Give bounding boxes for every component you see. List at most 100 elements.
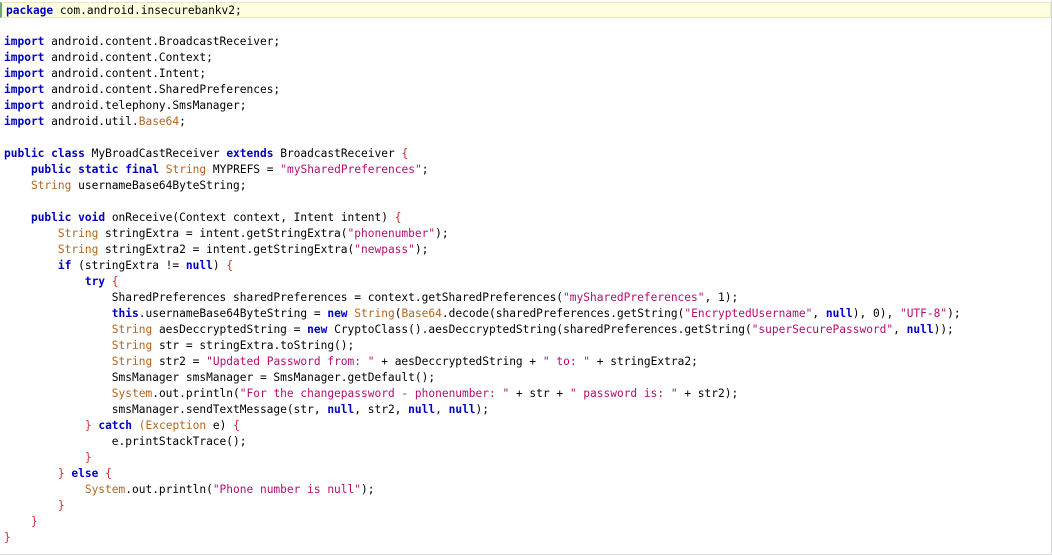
keyword-token: import [4, 83, 45, 96]
type-token: String [57, 243, 99, 256]
keyword-token: import [4, 67, 45, 80]
string-token: " password is: " [569, 387, 678, 400]
code-token: smsManager.sendTextMessage(str, [4, 403, 328, 416]
code-token: .decode(sharedPreferences.getString( [441, 307, 685, 320]
code-token: .usernameBase64ByteString = [138, 307, 328, 320]
type-token: String [57, 227, 99, 240]
string-token: "phonenumber" [347, 227, 436, 240]
code-line[interactable]: String stringExtra2 = intent.getStringEx… [0, 242, 1051, 258]
string-token: "mySharedPreferences" [280, 163, 422, 176]
code-token: str2 = [152, 355, 207, 368]
code-token: android.content.Intent; [44, 67, 207, 80]
code-line[interactable]: this.usernameBase64ByteString = new Stri… [0, 306, 1051, 322]
code-line[interactable]: try { [0, 274, 1051, 290]
brace-token: { [401, 147, 409, 160]
code-token: android.content.SharedPreferences; [44, 83, 281, 96]
keyword-token: class [51, 147, 85, 160]
code-line[interactable]: smsManager.sendTextMessage(str, null, st… [0, 402, 1051, 418]
code-line[interactable]: public class MyBroadCastReceiver extends… [0, 146, 1051, 162]
code-line[interactable]: System.out.println("Phone number is null… [0, 482, 1051, 498]
brace-token: } [30, 515, 38, 528]
keyword-token: extends [226, 147, 274, 160]
keyword-token: public [30, 163, 72, 176]
code-token: e) [206, 419, 234, 432]
code-line[interactable] [0, 18, 1051, 34]
keyword-token: package [6, 4, 54, 17]
type-token: (Exception [138, 419, 207, 432]
code-line[interactable]: } [0, 450, 1051, 466]
keyword-token: else [71, 467, 99, 480]
code-line[interactable]: } catch (Exception e) { [0, 418, 1051, 434]
code-line[interactable]: import android.content.BroadcastReceiver… [0, 34, 1051, 50]
brace-token: } [4, 531, 11, 544]
code-line[interactable]: System.out.println("For the changepasswo… [0, 386, 1051, 402]
code-token: ); [414, 243, 429, 256]
type-token: System [111, 387, 153, 400]
type-token: Base64 [401, 307, 442, 320]
code-token: ); [947, 307, 961, 320]
code-line[interactable]: String aesDeccryptedString = new CryptoC… [0, 322, 1051, 338]
code-line[interactable]: SharedPreferences sharedPreferences = co… [0, 290, 1051, 306]
code-token: ), 0), [852, 307, 900, 320]
string-token: "newpass" [354, 243, 415, 256]
code-line[interactable]: if (stringExtra != null) { [0, 258, 1051, 274]
keyword-token: import [4, 115, 45, 128]
code-line[interactable]: import android.telephony.SmsManager; [0, 98, 1051, 114]
code-line[interactable]: import android.content.Context; [0, 50, 1051, 66]
brace-token: { [226, 259, 234, 272]
code-line[interactable]: } [0, 498, 1051, 514]
code-token: aesDeccryptedString = [152, 323, 308, 336]
type-token: String [165, 163, 207, 176]
code-line[interactable]: } else { [0, 466, 1051, 482]
code-line[interactable] [0, 130, 1051, 146]
code-line[interactable]: import android.util.Base64; [0, 114, 1051, 130]
code-token: , str2, [354, 403, 409, 416]
code-token: stringExtra = intent.getStringExtra( [98, 227, 348, 240]
string-token: "mySharedPreferences" [563, 291, 705, 304]
brace-token: } [84, 419, 92, 432]
code-line[interactable]: String usernameBase64ByteString; [0, 178, 1051, 194]
code-line[interactable]: import android.content.SharedPreferences… [0, 82, 1051, 98]
code-line[interactable]: import android.content.Intent; [0, 66, 1051, 82]
code-token: + str + [509, 387, 570, 400]
code-line[interactable]: public static final String MYPREFS = "my… [0, 162, 1051, 178]
code-token: android.content.BroadcastReceiver; [44, 35, 281, 48]
code-token: )); [933, 323, 954, 336]
code-editor[interactable]: package com.android.insecurebankv2; impo… [0, 0, 1052, 555]
code-line[interactable]: String stringExtra = intent.getStringExt… [0, 226, 1051, 242]
code-line[interactable]: String str = stringExtra.toString(); [0, 338, 1051, 354]
code-line[interactable] [0, 194, 1051, 210]
code-token: ); [475, 403, 490, 416]
string-token: " to: " [542, 355, 591, 368]
code-token: stringExtra2 = intent.getStringExtra( [98, 243, 355, 256]
code-token: MYPREFS = [206, 163, 281, 176]
code-line[interactable]: String str2 = "Updated Password from: " … [0, 354, 1051, 370]
string-token: "Phone number is null" [212, 483, 361, 496]
keyword-token: null [185, 259, 213, 272]
code-line[interactable]: e.printStackTrace(); [0, 434, 1051, 450]
code-token: + aesDeccryptedString + [374, 355, 543, 368]
type-token: String [111, 323, 153, 336]
code-token: SharedPreferences sharedPreferences = co… [4, 291, 564, 304]
code-line[interactable]: public void onReceive(Context context, I… [0, 210, 1051, 226]
code-line[interactable]: } [0, 530, 1051, 546]
code-line[interactable]: } [0, 514, 1051, 530]
code-line[interactable]: SmsManager smsManager = SmsManager.getDe… [0, 370, 1051, 386]
code-line[interactable]: package com.android.insecurebankv2; [0, 2, 1051, 18]
code-token: BroadcastReceiver [273, 147, 402, 160]
code-area[interactable]: package com.android.insecurebankv2; impo… [0, 2, 1051, 546]
